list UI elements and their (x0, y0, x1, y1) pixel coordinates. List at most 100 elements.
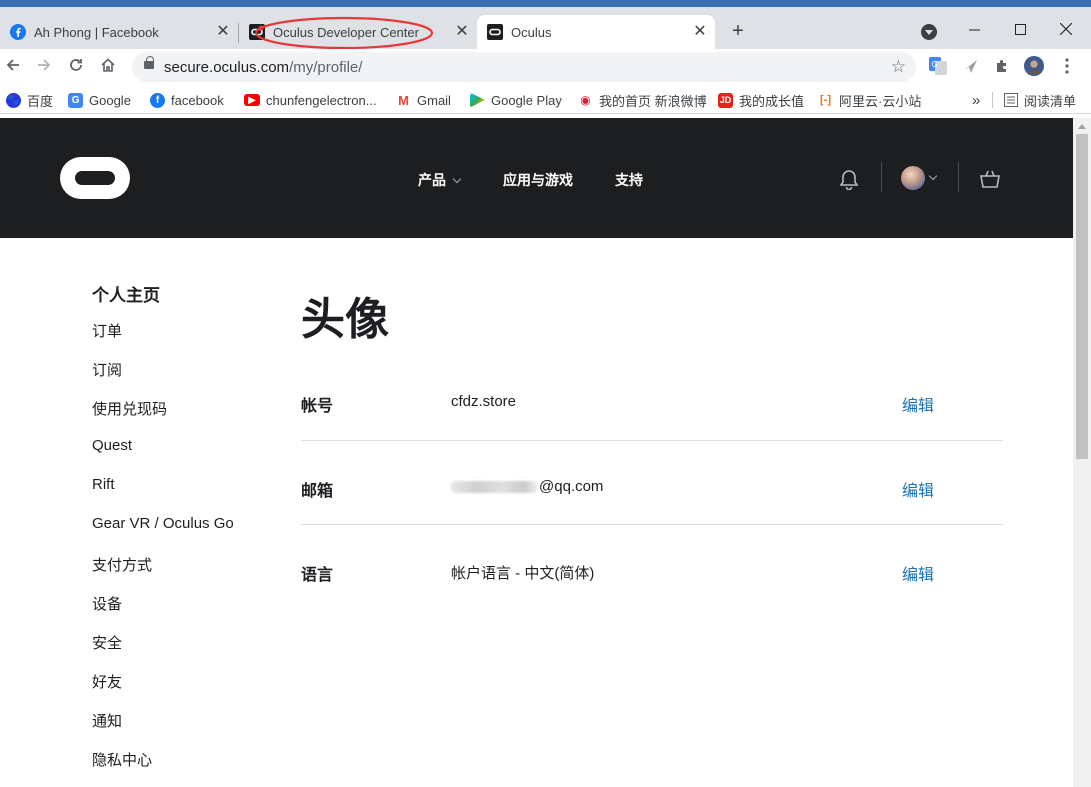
sidebar-item-friends[interactable]: 好友 (92, 671, 234, 710)
page-scrollbar[interactable] (1073, 118, 1091, 787)
bookmark-item[interactable]: JD 我的成长值 (718, 91, 804, 109)
scrollbar-thumb[interactable] (1076, 134, 1088, 459)
header-divider (958, 162, 959, 192)
profile-row-language: 语言 帐户语言 - 中文(简体) 编辑 (301, 525, 1003, 609)
scroll-up-arrow-icon[interactable] (1078, 124, 1086, 129)
bookmark-divider (992, 92, 993, 108)
page-title: 头像 (301, 295, 389, 344)
reload-icon (70, 59, 82, 71)
sidebar-item-notifications[interactable]: 通知 (92, 710, 234, 749)
nav-label: 产品 (418, 172, 446, 188)
tab-facebook[interactable]: Ah Phong | Facebook ✕ (0, 15, 238, 49)
sidebar-item-redeem-code[interactable]: 使用兑现码 (92, 398, 234, 437)
google-translate-extension-icon[interactable]: G (928, 56, 948, 76)
row-label: 帐号 (301, 398, 334, 415)
tab-oculus[interactable]: Oculus ✕ (477, 15, 715, 49)
edit-account-link[interactable]: 编辑 (902, 392, 934, 416)
kebab-menu-icon (1065, 58, 1069, 74)
bookmarks-overflow-button[interactable]: » (972, 91, 980, 109)
user-avatar[interactable] (901, 166, 925, 190)
tab-title: Oculus (511, 24, 552, 40)
bookmark-label: facebook (171, 92, 224, 108)
close-tab-icon[interactable]: ✕ (691, 23, 709, 41)
svg-text:G: G (932, 60, 938, 69)
shopping-cart-icon[interactable] (979, 168, 1001, 190)
close-icon (1060, 23, 1072, 35)
row-label: 语言 (301, 567, 334, 584)
close-window-button[interactable] (1043, 14, 1089, 44)
profile-avatar-button[interactable] (1024, 56, 1044, 76)
bookmark-item[interactable]: ◉ 我的首页 新浪微博 (578, 91, 707, 109)
bookmark-label: chunfengelectron... (266, 92, 377, 108)
chevron-down-icon (452, 174, 462, 184)
bookmark-item[interactable]: ▶ chunfengelectron... (244, 91, 377, 109)
minimize-button[interactable] (951, 14, 997, 44)
profile-row-email: 邮箱 @qq.com 编辑 (301, 441, 1003, 525)
sidebar-item-orders[interactable]: 订单 (92, 320, 234, 359)
bookmark-item[interactable]: f facebook (150, 91, 224, 109)
bookmark-label: Google Play (491, 92, 562, 108)
forward-button[interactable] (33, 56, 55, 78)
arrow-left-icon (6, 59, 19, 71)
sidebar-item-rift[interactable]: Rift (92, 476, 234, 515)
reading-list-button[interactable]: 阅读清单 (1004, 91, 1076, 109)
bookmark-label: 阿里云·云小站 (839, 93, 922, 109)
sidebar-item-subscriptions[interactable]: 订阅 (92, 359, 234, 398)
sidebar-item-profile[interactable]: 个人主页 (92, 281, 234, 320)
nav-apps-games[interactable]: 应用与游戏 (503, 170, 573, 190)
close-tab-icon[interactable]: ✕ (453, 23, 471, 41)
nav-products[interactable]: 产品 (418, 170, 462, 190)
reading-list-icon (1004, 93, 1018, 107)
bookmarks-bar: 🐾 百度 G Google f facebook ▶ chunfengelect… (0, 85, 1091, 114)
bookmark-item[interactable]: [-] 阿里云·云小站 (818, 91, 921, 109)
facebook-icon (10, 24, 26, 40)
arrow-right-icon (38, 59, 51, 71)
sidebar-item-security[interactable]: 安全 (92, 632, 234, 671)
url-text: secure.oculus.com/my/profile/ (164, 59, 362, 76)
sidebar-item-privacy-center[interactable]: 隐私中心 (92, 749, 234, 787)
window-top-strip (0, 0, 1091, 7)
bookmark-label: 我的首页 新浪微博 (599, 93, 707, 109)
bell-icon[interactable] (838, 168, 860, 190)
url-path: /my/profile/ (289, 59, 363, 76)
chevron-down-icon[interactable] (928, 171, 938, 181)
chrome-menu-button[interactable] (1057, 56, 1077, 76)
bookmark-star-icon[interactable]: ☆ (891, 57, 906, 77)
maximize-button[interactable] (997, 14, 1043, 44)
page-viewport: 产品 应用与游戏 支持 个人主页 订单 订阅 使用兑现码 Quest Rift … (0, 118, 1073, 787)
sidebar-item-payment-methods[interactable]: 支付方式 (92, 554, 234, 593)
bookmark-item[interactable]: M Gmail (396, 91, 451, 109)
tab-search-icon[interactable] (921, 24, 937, 40)
edit-email-link[interactable]: 编辑 (902, 477, 934, 501)
row-value: cfdz.store (451, 393, 517, 410)
bookmark-item[interactable]: Google Play (470, 91, 562, 109)
tab-title: Ah Phong | Facebook (34, 24, 159, 40)
close-tab-icon[interactable]: ✕ (214, 23, 232, 41)
sidebar-item-gear-vr-go[interactable]: Gear VR / Oculus Go (92, 515, 234, 554)
sidebar-item-devices[interactable]: 设备 (92, 593, 234, 632)
row-value: 帐户语言 - 中文(简体) (451, 565, 595, 582)
back-button[interactable] (2, 56, 24, 78)
oculus-icon (487, 24, 503, 40)
home-button[interactable] (97, 56, 119, 78)
tab-strip: Ah Phong | Facebook ✕ Oculus Developer C… (0, 7, 1091, 50)
edit-language-link[interactable]: 编辑 (902, 561, 934, 585)
address-bar[interactable]: secure.oculus.com/my/profile/ ☆ (132, 52, 916, 82)
google-translate-icon: G (68, 92, 83, 108)
reload-button[interactable] (65, 56, 87, 78)
maximize-icon (1014, 23, 1026, 35)
row-label: 邮箱 (301, 483, 334, 500)
extensions-button[interactable] (992, 56, 1012, 76)
reading-list-label: 阅读清单 (1024, 93, 1077, 109)
home-icon (101, 58, 115, 72)
bookmark-item[interactable]: G Google (68, 91, 131, 109)
bird-extension-icon[interactable] (960, 56, 980, 76)
nav-support[interactable]: 支持 (615, 170, 643, 190)
bookmark-item[interactable]: 🐾 百度 (6, 91, 53, 109)
row-value: @qq.com (451, 478, 603, 495)
header-divider (881, 162, 882, 192)
oculus-logo[interactable] (60, 157, 130, 199)
url-host: secure.oculus.com (164, 59, 290, 76)
new-tab-button[interactable]: + (728, 21, 748, 41)
sidebar-item-quest[interactable]: Quest (92, 437, 234, 476)
